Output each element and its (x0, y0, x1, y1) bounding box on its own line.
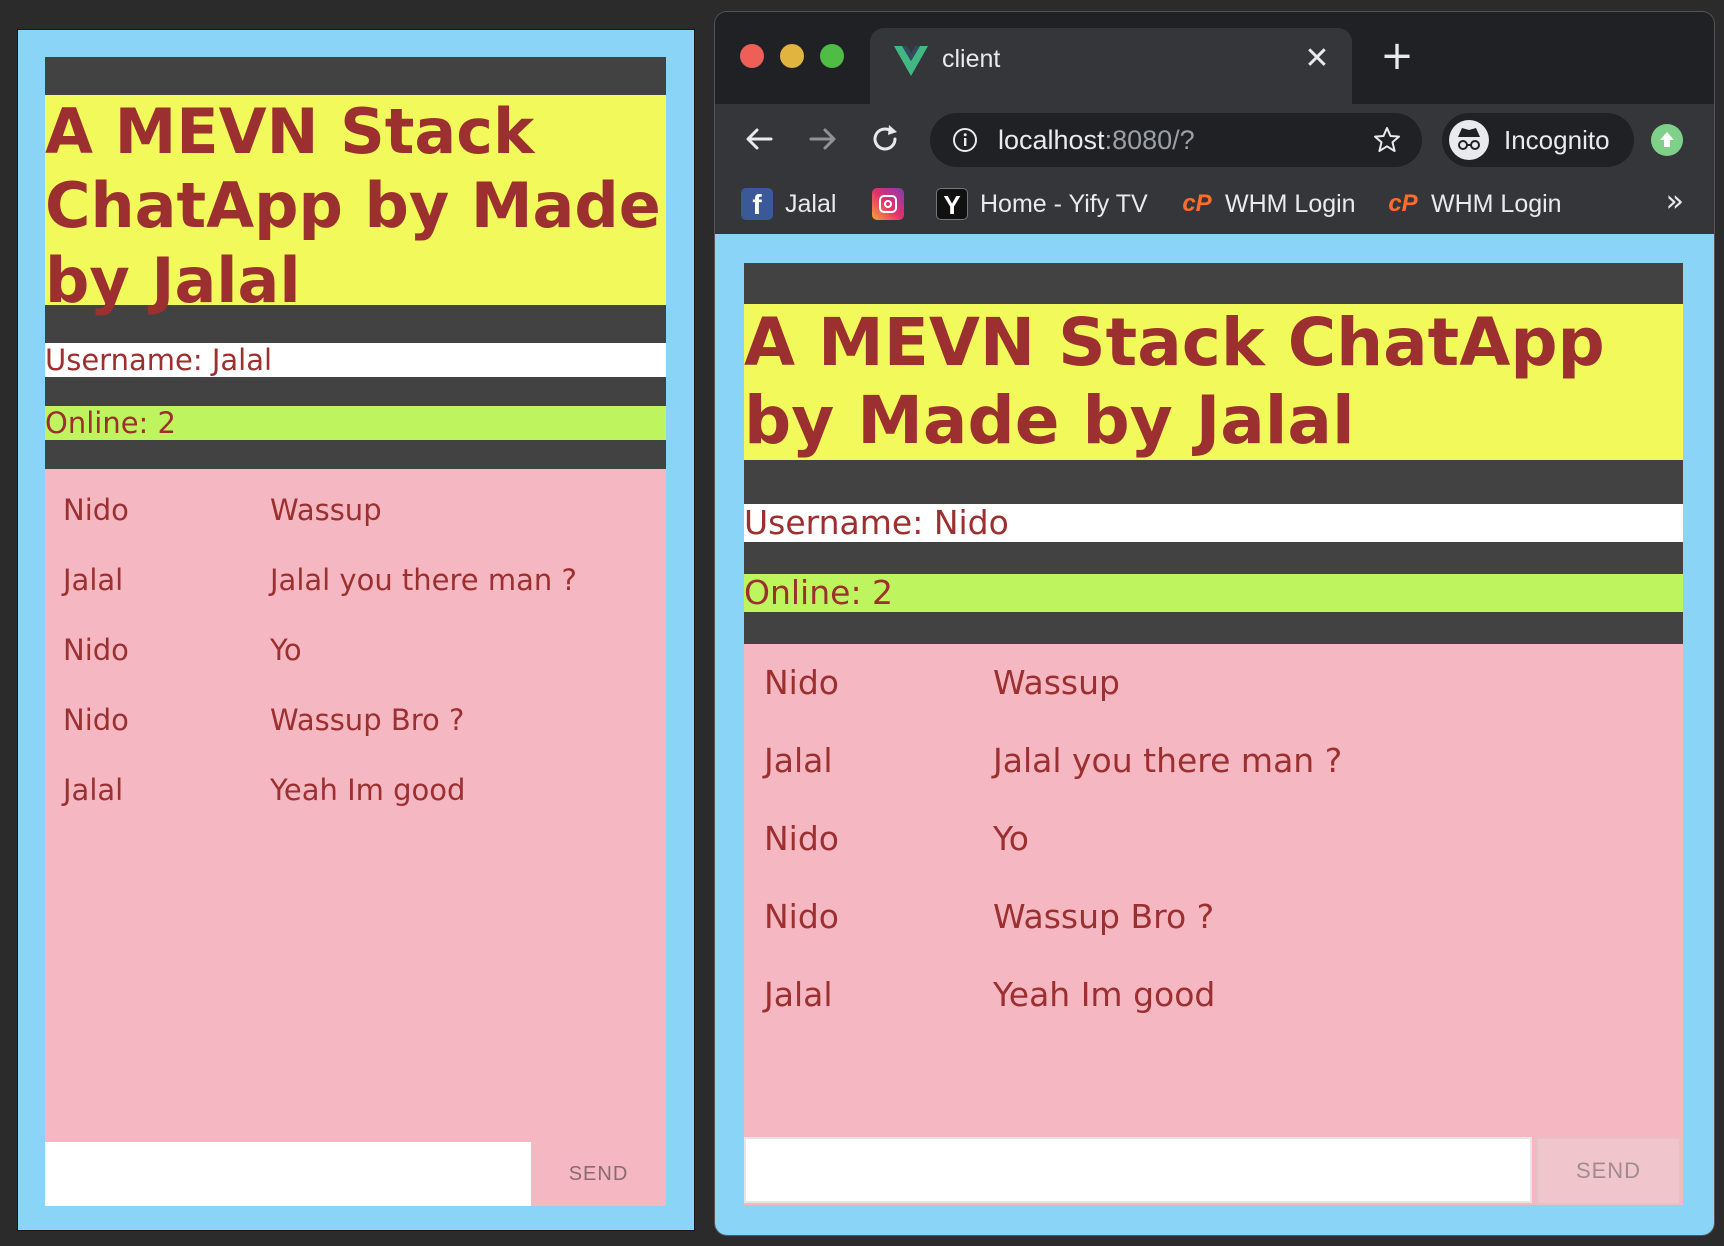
minimize-window-button[interactable] (780, 44, 804, 68)
address-bar[interactable]: localhost:8080/? (930, 113, 1422, 167)
message-composer: SEND (45, 1142, 666, 1206)
reload-icon[interactable] (867, 121, 903, 157)
username-label: Username: Jalal (45, 343, 666, 377)
message-text: Wassup Bro ? (270, 703, 465, 737)
update-icon[interactable] (1651, 124, 1683, 156)
back-arrow-icon[interactable] (741, 121, 777, 157)
message-composer: SEND (744, 1135, 1683, 1205)
message-text: Wassup (993, 663, 1120, 702)
facebook-icon: f (741, 188, 773, 220)
left-chat-window: A MEVN Stack ChatApp by Made by Jalal Us… (18, 30, 694, 1230)
divider-strip (744, 612, 1683, 644)
app-title: A MEVN Stack ChatApp by Made by Jalal (744, 304, 1683, 460)
message-row: Nido Wassup (744, 658, 1683, 736)
bookmark-label: Home - Yify TV (980, 189, 1148, 218)
message-user: Nido (764, 897, 839, 936)
message-row: Jalal Jalal you there man ? (744, 736, 1683, 814)
divider-strip (45, 377, 666, 406)
message-user: Jalal (63, 773, 124, 807)
message-text: Yeah Im good (270, 773, 466, 807)
bookmark-item[interactable]: cP WHM Login (1181, 186, 1356, 222)
chat-app: A MEVN Stack ChatApp by Made by Jalal Us… (744, 263, 1683, 1205)
incognito-icon (1449, 120, 1489, 160)
message-list: Nido Wassup Jalal Jalal you there man ? … (744, 644, 1683, 1135)
online-count: Online: 2 (744, 574, 1683, 612)
message-row: Jalal Yeah Im good (744, 970, 1683, 1048)
message-row: Nido Wassup Bro ? (744, 892, 1683, 970)
message-text: Yo (993, 819, 1029, 858)
message-list: Nido Wassup Jalal Jalal you there man ? … (45, 469, 666, 1142)
message-user: Nido (764, 663, 839, 702)
bookmark-item[interactable]: Y Home - Yify TV (936, 186, 1148, 222)
instagram-icon (872, 188, 904, 220)
yify-icon: Y (936, 188, 968, 220)
bookmark-item[interactable]: f Jalal (741, 186, 836, 222)
message-user: Jalal (63, 563, 124, 597)
cpanel-icon: cP (1182, 190, 1212, 217)
message-row: Nido Yo (744, 814, 1683, 892)
message-user: Jalal (764, 975, 833, 1014)
message-text: Jalal you there man ? (993, 741, 1343, 780)
chat-app: A MEVN Stack ChatApp by Made by Jalal Us… (45, 57, 666, 1206)
message-text: Wassup (270, 493, 382, 527)
message-text: Yeah Im good (993, 975, 1216, 1014)
url-host: localhost (998, 125, 1105, 155)
header-strip (45, 57, 666, 95)
divider-strip (744, 542, 1683, 574)
send-button[interactable]: SEND (531, 1142, 666, 1206)
message-row: Nido Wassup (45, 487, 666, 557)
message-user: Nido (63, 493, 129, 527)
browser-window: client ✕ + localhost:8080/? Incognito f … (715, 12, 1714, 1235)
url-text: localhost:8080/? (998, 113, 1195, 167)
cpanel-icon: cP (1388, 190, 1418, 217)
profile-label: Incognito (1504, 125, 1610, 155)
bookmark-star-icon[interactable] (1372, 125, 1402, 155)
message-user: Nido (764, 819, 839, 858)
vue-logo-icon (894, 46, 928, 76)
message-input[interactable] (744, 1137, 1532, 1203)
username-label: Username: Nido (744, 504, 1683, 542)
maximize-window-button[interactable] (820, 44, 844, 68)
header-strip (45, 305, 666, 343)
site-info-icon[interactable] (952, 127, 978, 153)
profile-button[interactable]: Incognito (1442, 113, 1634, 167)
bookmark-item[interactable] (872, 186, 916, 222)
bookmark-item[interactable]: cP WHM Login (1387, 186, 1562, 222)
message-text: Jalal you there man ? (270, 563, 577, 597)
browser-toolbar: localhost:8080/? Incognito (715, 104, 1714, 174)
message-row: Jalal Jalal you there man ? (45, 557, 666, 627)
online-count: Online: 2 (45, 406, 666, 440)
bookmarks-bar: f Jalal Y Home - Yify TV cP WHM Login cP… (715, 174, 1714, 234)
tab-client[interactable]: client ✕ (870, 28, 1352, 104)
header-strip (744, 460, 1683, 504)
tab-title: client (942, 45, 1001, 73)
bookmark-label: WHM Login (1431, 189, 1562, 218)
bookmark-label: WHM Login (1225, 189, 1356, 218)
bookmarks-overflow-icon[interactable]: » (1666, 184, 1684, 220)
message-input[interactable] (45, 1142, 531, 1206)
close-tab-icon[interactable]: ✕ (1304, 44, 1330, 74)
page-viewport: A MEVN Stack ChatApp by Made by Jalal Us… (715, 234, 1714, 1235)
tab-strip: client ✕ + (715, 12, 1714, 104)
message-row: Nido Yo (45, 627, 666, 697)
message-text: Wassup Bro ? (993, 897, 1215, 936)
divider-strip (45, 440, 666, 469)
message-row: Jalal Yeah Im good (45, 767, 666, 837)
message-row: Nido Wassup Bro ? (45, 697, 666, 767)
close-window-button[interactable] (740, 44, 764, 68)
message-text: Yo (270, 633, 302, 667)
message-user: Jalal (764, 741, 833, 780)
bookmark-label: Jalal (785, 189, 837, 218)
forward-arrow-icon[interactable] (805, 121, 841, 157)
app-title: A MEVN Stack ChatApp by Made by Jalal (45, 95, 666, 317)
new-tab-icon[interactable]: + (1377, 36, 1417, 76)
message-user: Nido (63, 633, 129, 667)
message-user: Nido (63, 703, 129, 737)
header-strip (744, 263, 1683, 304)
url-path: :8080/? (1104, 125, 1195, 155)
send-button[interactable]: SEND (1536, 1137, 1681, 1205)
